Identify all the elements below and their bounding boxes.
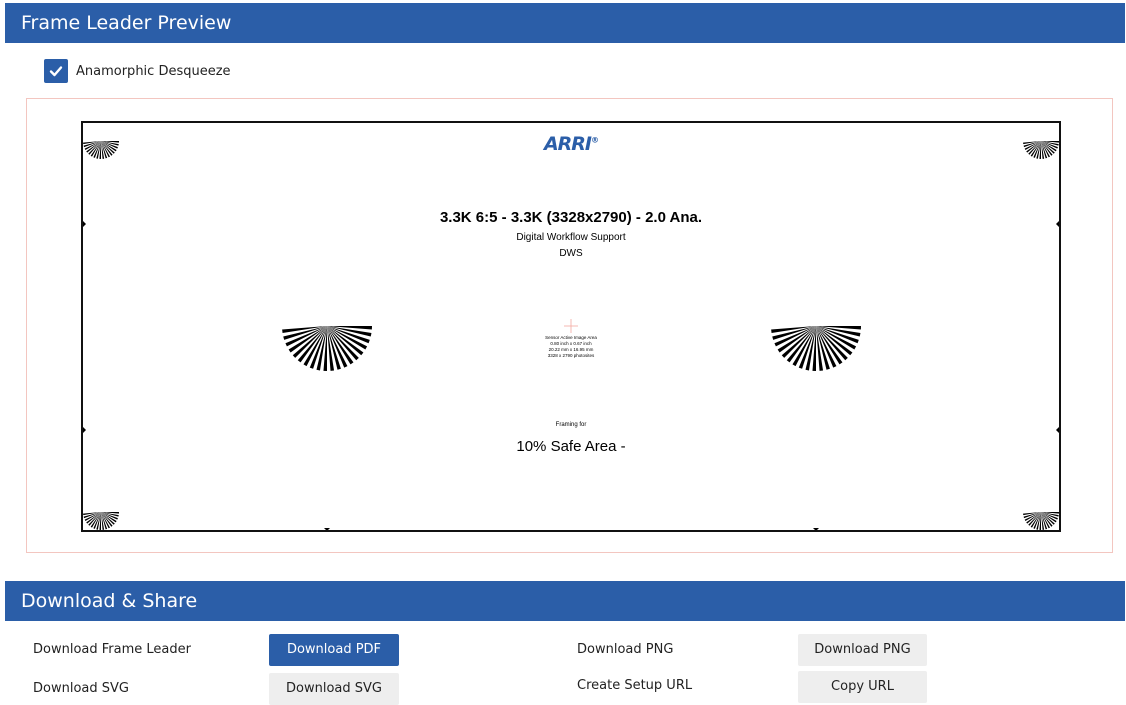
leader-format-title: 3.3K 6:5 - 3.3K (3328x2790) - 2.0 Ana. [439, 209, 703, 226]
download-svg-button[interactable]: Download SVG [269, 673, 399, 705]
create-setup-url-label: Create Setup URL [577, 678, 693, 693]
corner-star-bottom-left [83, 512, 119, 530]
sensor-area-info: Sensor Active Image Area 0.80 inch x 0.6… [83, 335, 1059, 359]
anamorphic-checkbox[interactable] [44, 59, 68, 83]
frame-marker-bottom [813, 528, 819, 530]
corner-star-bottom-right-segment [1041, 512, 1059, 514]
copy-url-button[interactable]: Copy URL [798, 671, 927, 703]
leader-subtitle: Digital Workflow Support [516, 232, 626, 243]
frame-marker-bottom [324, 528, 330, 530]
center-star-right-segment [816, 326, 861, 330]
leader-subtitle-short: DWS [559, 248, 583, 259]
download-section-header: Download & Share [5, 581, 1125, 621]
download-pdf-button[interactable]: Download PDF [269, 634, 399, 666]
corner-star-bottom-left-segment [101, 512, 119, 514]
sensor-line: 3328 x 2790 photosites [547, 353, 595, 358]
anamorphic-label: Anamorphic Desqueeze [76, 63, 231, 79]
download-frame-leader-label: Download Frame Leader [33, 642, 191, 657]
frame-leader-preview: ARRI® 3.3K 6:5 - 3.3K (3328x2790) - 2.0 … [26, 98, 1113, 553]
preview-section-header: Frame Leader Preview [5, 3, 1125, 43]
framing-for-label: Framing for [555, 422, 587, 428]
siemens-star-graphics [83, 141, 1059, 530]
corner-star-bottom-left-segment [99, 512, 101, 530]
arri-logo: ARRI® [543, 133, 599, 155]
frame-leader-image: ARRI® 3.3K 6:5 - 3.3K (3328x2790) - 2.0 … [81, 121, 1061, 532]
corner-star-bottom-right-segment [1039, 512, 1041, 530]
checkmark-icon [49, 66, 63, 77]
download-png-button[interactable]: Download PNG [798, 634, 927, 666]
safe-area-label: 10% Safe Area - [516, 438, 626, 455]
download-png-label: Download PNG [577, 642, 674, 657]
anamorphic-desqueeze-option[interactable]: Anamorphic Desqueeze [44, 58, 231, 84]
center-star-left-segment [327, 326, 372, 330]
corner-star-bottom-right [1023, 512, 1059, 530]
download-svg-label: Download SVG [33, 681, 129, 696]
